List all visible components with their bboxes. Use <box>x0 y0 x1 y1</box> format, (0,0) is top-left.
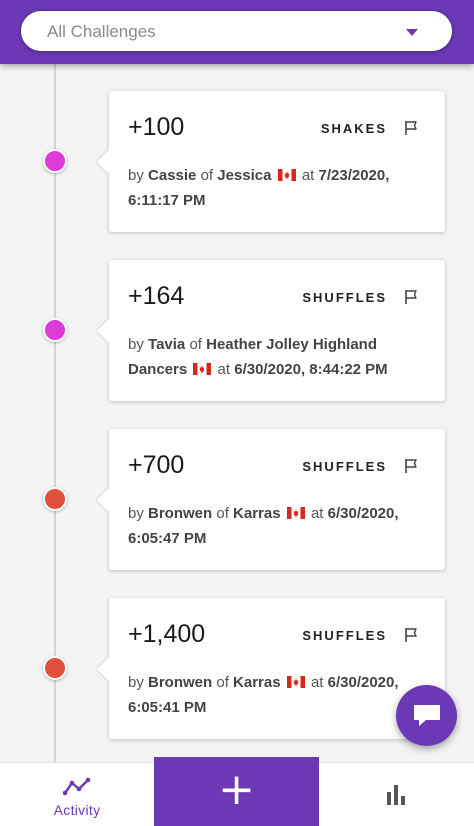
activity-user: Tavia <box>148 336 186 353</box>
activity-description: by Tavia of Heather Jolley Highland Danc… <box>128 336 388 378</box>
caret-down-icon <box>406 29 418 36</box>
activity-user: Bronwen <box>148 674 213 691</box>
activity-points: +100 <box>128 113 185 141</box>
plus-icon: + <box>218 764 255 815</box>
activity-card: +1,400 SHUFFLES by Bronwen of Karras at … <box>96 598 445 739</box>
activity-points: +1,400 <box>128 620 206 648</box>
add-activity-button[interactable]: + <box>154 757 319 826</box>
app-header: All Challenges <box>0 0 474 64</box>
activity-team: Karras <box>233 674 281 691</box>
activity-team: Jessica <box>217 167 272 184</box>
nav-stats-tab[interactable] <box>319 763 474 826</box>
challenge-filter-value: All Challenges <box>47 22 156 41</box>
nav-activity-label: Activity <box>53 802 101 818</box>
activity-user: Bronwen <box>148 505 213 522</box>
canada-flag-icon <box>286 671 305 688</box>
activity-category: SHUFFLES <box>302 459 387 474</box>
activity-category: SHUFFLES <box>302 628 387 643</box>
activity-card: +164 SHUFFLES by Tavia of Heather Jolley… <box>96 260 445 401</box>
report-flag-icon[interactable] <box>403 626 421 644</box>
activity-description: by Cassie of Jessica at 7/23/2020, 6:11:… <box>128 163 428 213</box>
activity-user: Cassie <box>148 167 197 184</box>
chat-button[interactable] <box>396 685 457 746</box>
activity-card: +700 SHUFFLES by Bronwen of Karras at 6/… <box>96 429 445 570</box>
report-flag-icon[interactable] <box>403 457 421 475</box>
timeline-dot <box>43 656 67 680</box>
timeline-dot <box>43 487 67 511</box>
activity-description: by Bronwen of Karras at 6/30/2020, 6:05:… <box>128 670 428 720</box>
report-flag-icon[interactable] <box>403 288 421 306</box>
nav-activity-tab[interactable]: Activity <box>0 763 154 826</box>
activity-category: SHUFFLES <box>302 290 387 305</box>
activity-points: +700 <box>128 451 185 479</box>
chat-icon <box>414 705 440 726</box>
canada-flag-icon <box>193 358 212 375</box>
activity-card: +100 SHAKES by Cassie of Jessica at 7/23… <box>96 91 445 232</box>
activity-team: Karras <box>233 505 281 522</box>
activity-points: +164 <box>128 282 185 310</box>
activity-description: by Bronwen of Karras at 6/30/2020, 6:05:… <box>128 501 428 551</box>
activity-datetime: 6/30/2020, 8:44:22 PM <box>234 361 388 378</box>
bar-chart-icon <box>387 785 405 805</box>
activity-category: SHAKES <box>320 121 387 136</box>
timeline-dot <box>43 149 67 173</box>
bottom-nav: Activity + <box>0 757 474 826</box>
challenge-filter-select[interactable]: All Challenges <box>20 10 453 52</box>
report-flag-icon[interactable] <box>403 119 421 137</box>
activity-line-icon <box>63 777 91 796</box>
canada-flag-icon <box>277 164 296 181</box>
timeline-dot <box>43 318 67 342</box>
canada-flag-icon <box>286 502 305 519</box>
